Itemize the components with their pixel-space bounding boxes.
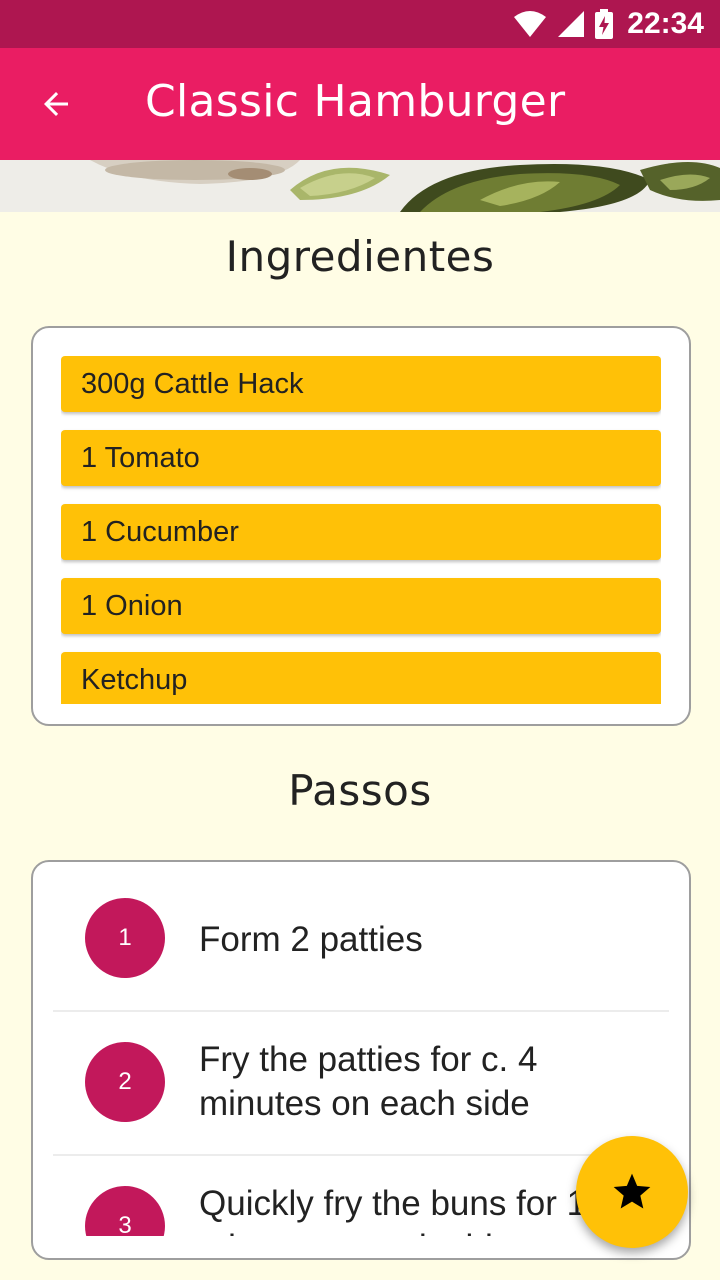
recipe-image	[0, 160, 720, 212]
ingredients-card: 300g Cattle Hack 1 Tomato 1 Cucumber 1 O…	[31, 326, 691, 726]
ingredient-item[interactable]: 300g Cattle Hack	[61, 356, 661, 412]
back-button[interactable]	[24, 72, 88, 136]
step-text: Quickly fry the buns for 1 minute on eac…	[199, 1184, 586, 1236]
arrow-back-icon	[44, 92, 68, 116]
app-bar: Classic Hamburger	[0, 48, 720, 160]
battery-charging-icon	[595, 9, 614, 39]
ingredients-title: Ingredientes	[225, 232, 495, 281]
step-text: Fry the patties for c. 4 minutes on each…	[199, 1040, 538, 1123]
wifi-icon	[514, 11, 547, 37]
step-number-badge: 3	[85, 1186, 165, 1236]
step-item[interactable]: 1 Form 2 patties	[53, 866, 669, 1010]
ingredient-item[interactable]: 1 Onion	[61, 578, 661, 634]
recipe-photo-illustration	[0, 160, 720, 212]
step-number-badge: 2	[85, 1042, 165, 1122]
ingredients-list[interactable]: 300g Cattle Hack 1 Tomato 1 Cucumber 1 O…	[61, 356, 661, 704]
favorite-fab-button[interactable]	[576, 1136, 688, 1248]
cellular-signal-icon	[558, 11, 585, 37]
step-text: Form 2 patties	[199, 920, 423, 959]
steps-title: Passos	[288, 766, 432, 815]
status-bar: 22:34	[0, 0, 720, 48]
step-number-badge: 1	[85, 898, 165, 978]
ingredient-item[interactable]: Ketchup	[61, 652, 661, 704]
status-time: 22:34	[627, 7, 704, 40]
star-icon	[613, 1173, 651, 1209]
ingredient-item[interactable]: 1 Cucumber	[61, 504, 661, 560]
step-item[interactable]: 2 Fry the patties for c. 4 minutes on ea…	[53, 1010, 669, 1154]
page-title: Classic Hamburger	[145, 76, 566, 127]
ingredient-item[interactable]: 1 Tomato	[61, 430, 661, 486]
